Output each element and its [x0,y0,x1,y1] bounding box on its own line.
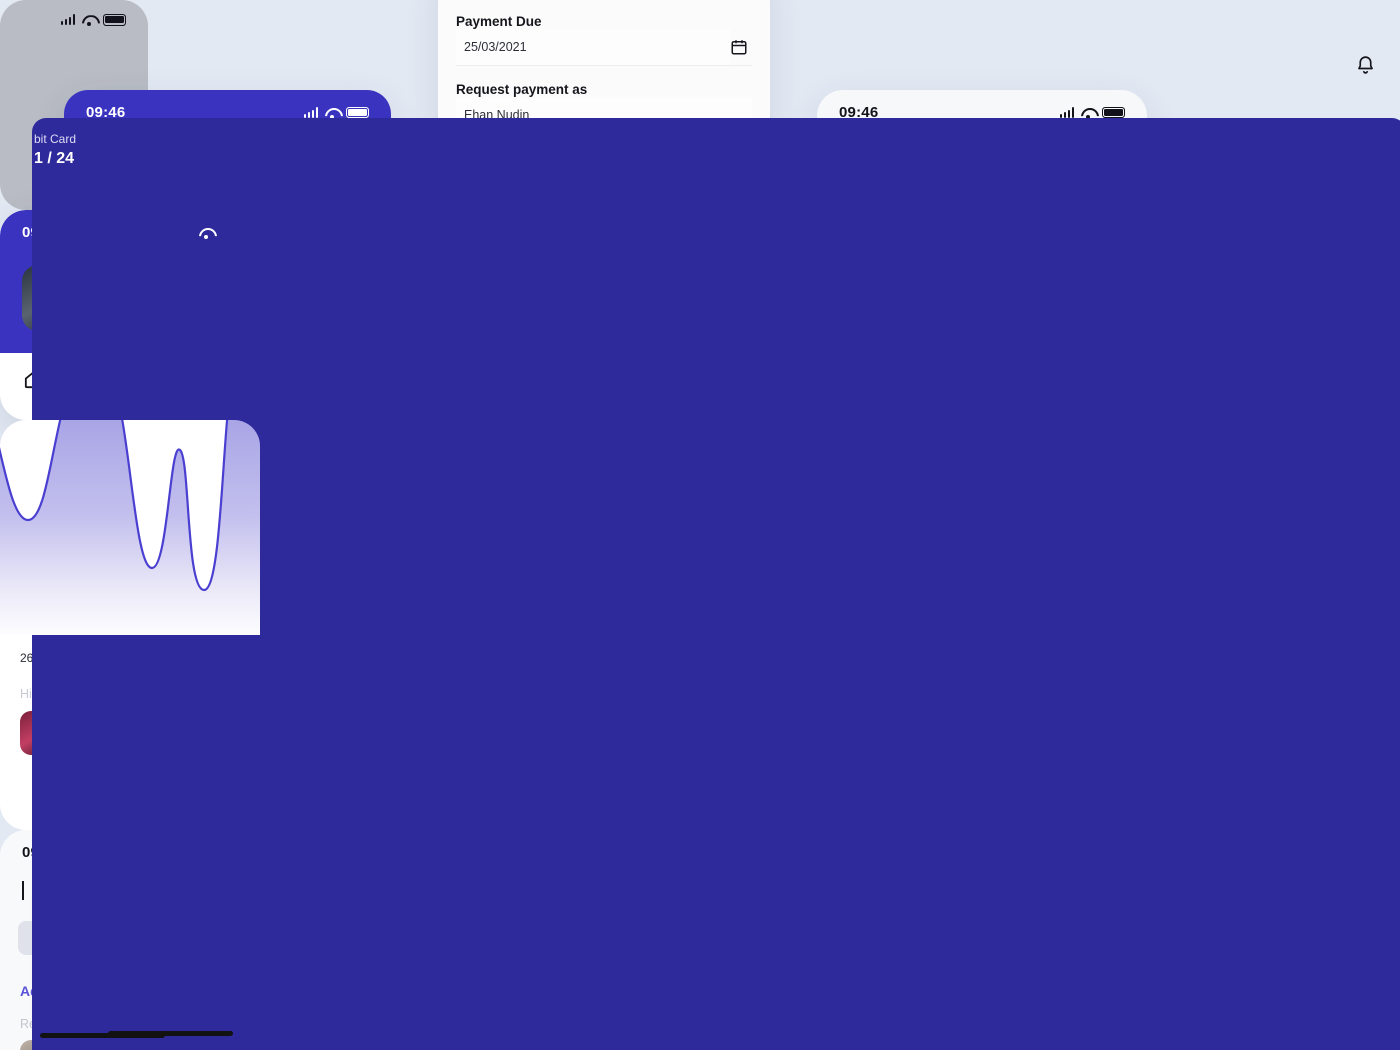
card-expiry-partial: 1 / 24 [34,150,75,167]
wifi-icon [82,14,96,26]
battery-icon [1102,106,1125,119]
wifi-icon [325,107,339,119]
signal-icon [1059,107,1074,118]
status-icons [303,106,369,119]
wifi-icon [1081,107,1095,119]
background-debit-card: bit Card 1 / 24 [32,118,1400,1050]
home-indicator [108,1031,233,1036]
status-bar [0,0,148,32]
request-as-label: Request payment as [456,82,588,97]
expense-line-chart [0,420,260,635]
status-icons [1059,106,1125,119]
status-icons [60,14,126,26]
payment-due-input[interactable] [456,29,730,65]
card-type-partial: bit Card [34,132,77,146]
calendar-icon[interactable] [730,38,748,56]
payment-due-label: Payment Due [456,14,542,29]
signal-icon [303,107,318,118]
signal-icon [60,14,75,26]
payment-due-row[interactable] [456,29,752,66]
back-icon[interactable] [22,881,24,900]
battery-icon [103,14,126,26]
mockup-canvas: 09:46 MUZ Muz-Bank Find the best company… [0,0,1400,1050]
chart-svg [0,420,229,592]
battery-icon [346,106,369,119]
wifi-icon [199,227,213,239]
